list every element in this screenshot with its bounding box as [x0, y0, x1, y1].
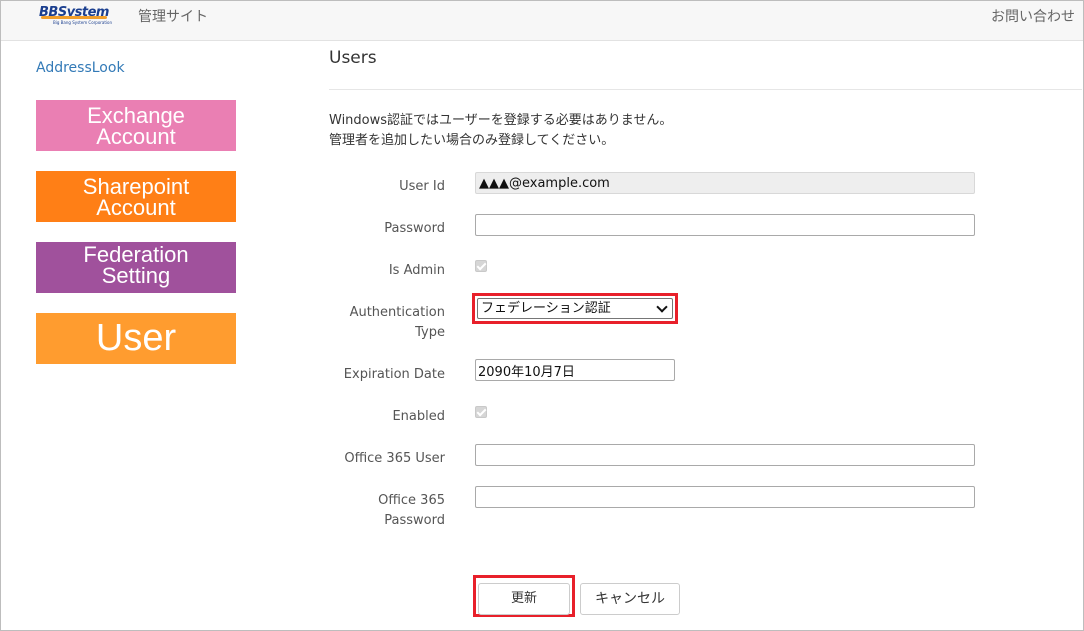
- bbsystem-logo[interactable]: BBSystem Big Bang System Corporation: [37, 5, 113, 27]
- sidebar-tile-sharepoint-account[interactable]: Sharepoint Account: [36, 171, 236, 222]
- enabled-checkbox[interactable]: [475, 406, 487, 418]
- registration-notice: Windows認証ではユーザーを登録する必要はありません。 管理者を追加したい場…: [329, 111, 672, 151]
- office365-user-field[interactable]: [475, 444, 975, 466]
- office365-password-label: Office 365 Password: [305, 491, 445, 531]
- is-admin-checkbox[interactable]: [475, 260, 487, 272]
- auth-type-label-line2: Type: [415, 325, 445, 340]
- cancel-button[interactable]: キャンセル: [580, 583, 680, 615]
- page-title: Users: [329, 48, 377, 68]
- sidebar-tile-exchange-account[interactable]: Exchange Account: [36, 100, 236, 151]
- tile-label-line1: Federation: [83, 242, 189, 267]
- expiration-date-field[interactable]: [475, 359, 675, 381]
- tile-label-line1: User: [95, 317, 177, 359]
- sidebar-tile-user[interactable]: User: [36, 313, 236, 364]
- auth-type-selected-value: フェデレーション認証: [481, 301, 611, 316]
- auth-type-label-line1: Authentication: [349, 305, 445, 320]
- user-id-field: [475, 172, 975, 194]
- is-admin-label: Is Admin: [388, 263, 445, 278]
- enabled-label: Enabled: [392, 409, 445, 424]
- office365-user-label: Office 365 User: [344, 451, 445, 466]
- update-button[interactable]: 更新: [478, 583, 570, 615]
- auth-type-select[interactable]: フェデレーション認証: [477, 298, 673, 319]
- auth-type-label: Authentication Type: [305, 303, 445, 343]
- logo-swoosh: [41, 16, 107, 19]
- tile-label-line2: Setting: [101, 263, 171, 288]
- sidebar-app-link[interactable]: AddressLook: [36, 60, 125, 76]
- title-divider: [329, 89, 1082, 90]
- site-name-link[interactable]: 管理サイト: [138, 6, 208, 26]
- tile-label-line1: Sharepoint: [82, 174, 190, 199]
- top-navbar: BBSystem Big Bang System Corporation 管理サ…: [1, 1, 1083, 41]
- tile-label-line2: Account: [96, 124, 176, 149]
- auth-type-highlight: フェデレーション認証: [472, 293, 678, 324]
- notice-line-1: Windows認証ではユーザーを登録する必要はありません。: [329, 113, 673, 128]
- chevron-down-icon: [656, 301, 668, 313]
- password-field[interactable]: [475, 214, 975, 236]
- tile-label-line2: Account: [96, 195, 176, 220]
- contact-link[interactable]: お問い合わせ: [991, 6, 1075, 26]
- expiration-date-label: Expiration Date: [343, 367, 445, 382]
- office365-password-field[interactable]: [475, 486, 975, 508]
- notice-line-2: 管理者を追加したい場合のみ登録してください。: [329, 133, 615, 148]
- user-id-label: User Id: [399, 179, 445, 194]
- password-label: Password: [384, 221, 445, 236]
- office365-password-label-line1: Office 365: [378, 493, 445, 508]
- sidebar-tile-federation-setting[interactable]: Federation Setting: [36, 242, 236, 293]
- logo-subtext: Big Bang System Corporation: [53, 20, 113, 25]
- tile-label-line1: Exchange: [87, 103, 185, 128]
- office365-password-label-line2: Password: [384, 513, 445, 528]
